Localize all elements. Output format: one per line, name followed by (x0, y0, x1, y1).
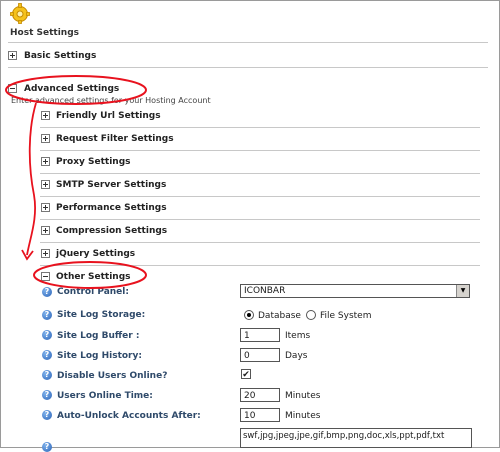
expand-icon[interactable] (8, 51, 17, 60)
section-divider (8, 67, 488, 68)
gear-icon (10, 3, 30, 24)
subsection-label[interactable]: Compression Settings (56, 226, 167, 236)
site-log-history-unit: Days (285, 351, 308, 361)
expand-icon[interactable] (41, 134, 50, 143)
page-title: Host Settings (10, 28, 79, 38)
subsection-divider (40, 150, 480, 151)
help-icon[interactable]: ? (42, 350, 52, 360)
radio-database[interactable] (244, 310, 254, 320)
users-online-time-input[interactable]: 20 (240, 388, 280, 402)
site-log-history-label: Site Log History: (57, 351, 142, 361)
site-log-storage-label: Site Log Storage: (57, 310, 146, 320)
help-icon[interactable]: ? (42, 410, 52, 420)
expand-icon[interactable] (41, 180, 50, 189)
disable-users-online-checkbox[interactable]: ✔ (241, 369, 251, 380)
file-extensions-textarea[interactable]: swf,jpg,jpeg,jpe,gif,bmp,png,doc,xls,ppt… (240, 428, 472, 448)
users-online-time-label: Users Online Time: (57, 391, 153, 401)
collapse-icon[interactable] (41, 272, 50, 281)
site-log-buffer-unit: Items (285, 331, 311, 341)
help-icon[interactable]: ? (42, 442, 52, 452)
control-panel-select[interactable]: ICONBAR ▼ (240, 284, 470, 298)
collapse-icon[interactable] (8, 84, 17, 93)
subsection-label[interactable]: jQuery Settings (56, 249, 135, 259)
section-label[interactable]: Advanced Settings (24, 84, 119, 94)
chevron-down-icon[interactable]: ▼ (456, 285, 469, 297)
radio-file-system-label[interactable]: File System (320, 311, 371, 321)
help-icon[interactable]: ? (42, 287, 52, 297)
expand-icon[interactable] (41, 226, 50, 235)
expand-icon[interactable] (41, 249, 50, 258)
subsection-label[interactable]: Friendly Url Settings (56, 111, 161, 121)
auto-unlock-unit: Minutes (285, 411, 321, 421)
subsection-label[interactable]: Proxy Settings (56, 157, 131, 167)
help-icon[interactable]: ? (42, 330, 52, 340)
expand-icon[interactable] (41, 111, 50, 120)
help-icon[interactable]: ? (42, 370, 52, 380)
subsection-label[interactable]: Request Filter Settings (56, 134, 174, 144)
subsection-divider (40, 173, 480, 174)
subsection-label[interactable]: SMTP Server Settings (56, 180, 166, 190)
subsection-divider (40, 127, 480, 128)
site-log-buffer-label: Site Log Buffer : (57, 331, 140, 341)
users-online-time-unit: Minutes (285, 391, 321, 401)
section-description: Enter advanced settings for your Hosting… (11, 96, 211, 105)
title-divider (8, 42, 488, 43)
radio-file-system[interactable] (306, 310, 316, 320)
disable-users-online-label: Disable Users Online? (57, 371, 168, 381)
subsection-divider (40, 265, 480, 266)
subsection-label[interactable]: Other Settings (56, 272, 131, 282)
selected-value: ICONBAR (244, 286, 286, 296)
site-log-buffer-input[interactable]: 1 (240, 328, 280, 342)
subsection-divider (40, 242, 480, 243)
help-icon[interactable]: ? (42, 310, 52, 320)
expand-icon[interactable] (41, 203, 50, 212)
subsection-divider (40, 196, 480, 197)
expand-icon[interactable] (41, 157, 50, 166)
radio-database-label[interactable]: Database (258, 311, 301, 321)
section-label[interactable]: Basic Settings (24, 51, 96, 61)
site-log-history-input[interactable]: 0 (240, 348, 280, 362)
help-icon[interactable]: ? (42, 390, 52, 400)
auto-unlock-label: Auto-Unlock Accounts After: (57, 411, 201, 421)
auto-unlock-input[interactable]: 10 (240, 408, 280, 422)
subsection-label[interactable]: Performance Settings (56, 203, 167, 213)
control-panel-label: Control Panel: (57, 287, 129, 297)
subsection-divider (40, 219, 480, 220)
